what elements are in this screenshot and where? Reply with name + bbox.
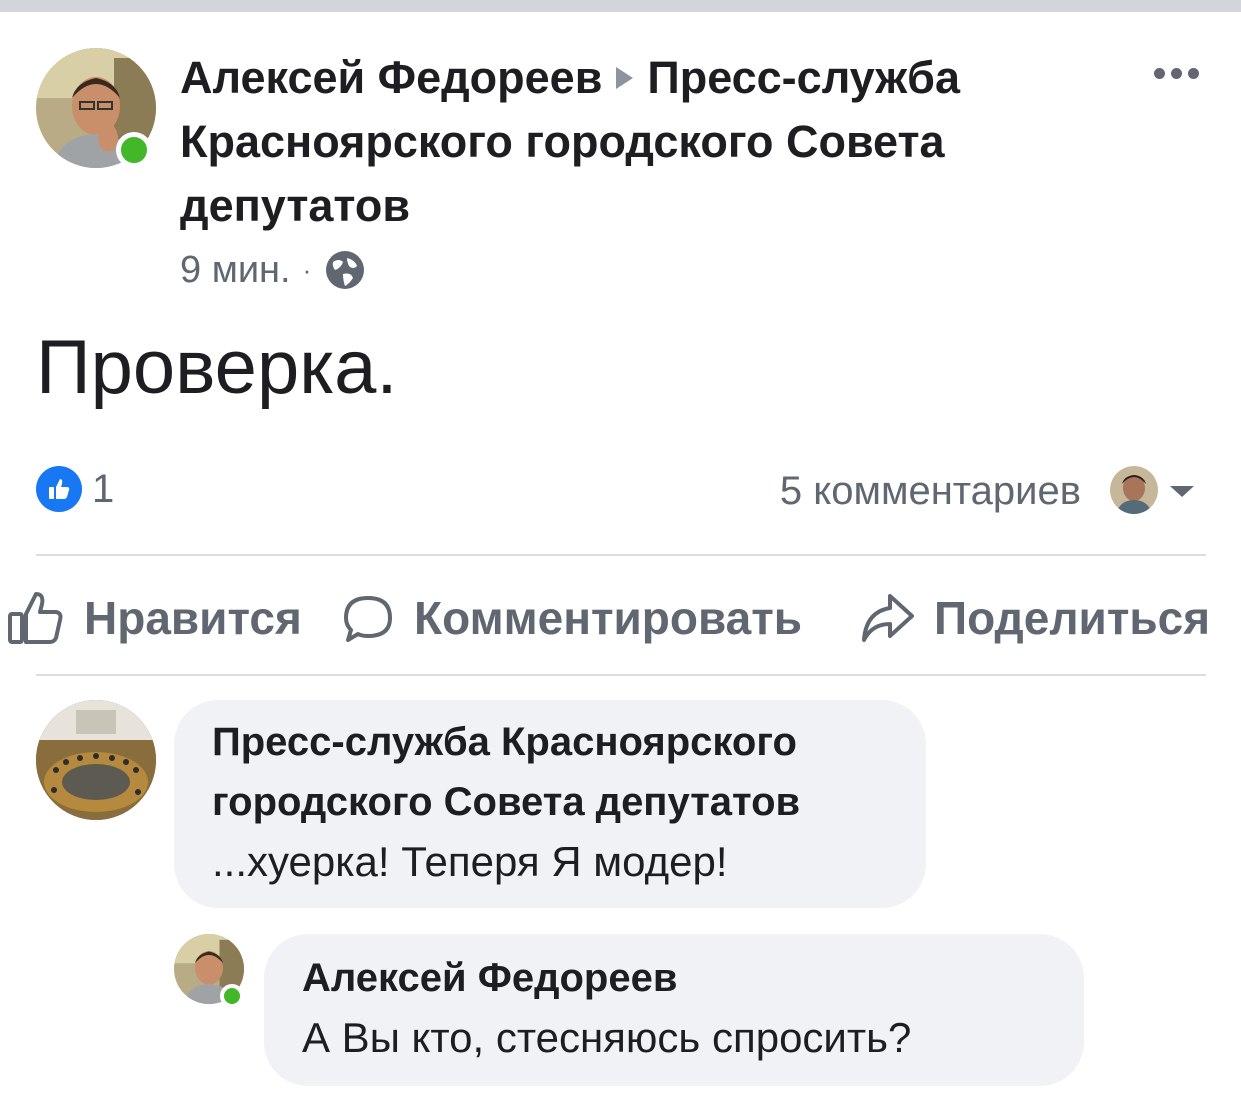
- reply-author-name[interactable]: Алексей Федореев: [302, 948, 911, 1008]
- comment-author-name[interactable]: Пресс-служба Красноярского городского Сов…: [212, 712, 800, 832]
- chevron-down-icon[interactable]: [1170, 486, 1194, 497]
- author-name[interactable]: Алексей Федореев: [180, 52, 602, 103]
- like-reaction-icon: [36, 466, 82, 512]
- comment-author-avatar[interactable]: [36, 700, 156, 820]
- post-text: Проверка.: [36, 325, 398, 410]
- like-label: Нравится: [84, 592, 302, 644]
- online-status-indicator: [220, 984, 244, 1008]
- thumbs-up-icon: [8, 592, 63, 644]
- like-button[interactable]: Нравится: [6, 582, 302, 654]
- divider: [36, 674, 1206, 676]
- meta-separator: ·: [302, 255, 312, 285]
- globe-icon[interactable]: [323, 248, 367, 292]
- comment-icon: [344, 596, 392, 642]
- online-status-indicator: [116, 132, 152, 168]
- post-meta: 9 мин. ·: [180, 244, 367, 296]
- comment-button[interactable]: Комментировать: [340, 582, 802, 654]
- share-button[interactable]: Поделиться: [858, 582, 1210, 654]
- share-label: Поделиться: [934, 592, 1211, 644]
- reply-bubble[interactable]: Алексей Федореев А Вы кто, стесняюсь спр…: [264, 934, 1084, 1086]
- divider: [36, 554, 1206, 556]
- reactions-summary[interactable]: 1: [36, 466, 114, 512]
- post-time[interactable]: 9 мин.: [180, 244, 291, 296]
- viewer-avatar[interactable]: [1110, 466, 1158, 514]
- arrow-right-icon: [616, 67, 634, 89]
- more-options-icon[interactable]: [1154, 68, 1199, 79]
- comments-count[interactable]: 5 комментариев: [780, 466, 1081, 516]
- action-bar: Нравится Комментировать Поделиться: [0, 582, 1241, 654]
- likes-count: 1: [92, 466, 115, 511]
- reply-text: А Вы кто, стесняюсь спросить?: [302, 1014, 912, 1061]
- comment-label: Комментировать: [414, 592, 803, 644]
- post-header: Алексей Федореев Пресс-служба Красноярског…: [180, 46, 1120, 238]
- share-icon: [862, 594, 914, 642]
- top-bar: [0, 0, 1241, 12]
- comment-text: ...хуерка! Теперя Я модер!: [212, 838, 728, 885]
- comment-bubble[interactable]: Пресс-служба Красноярского городского Сов…: [174, 700, 926, 908]
